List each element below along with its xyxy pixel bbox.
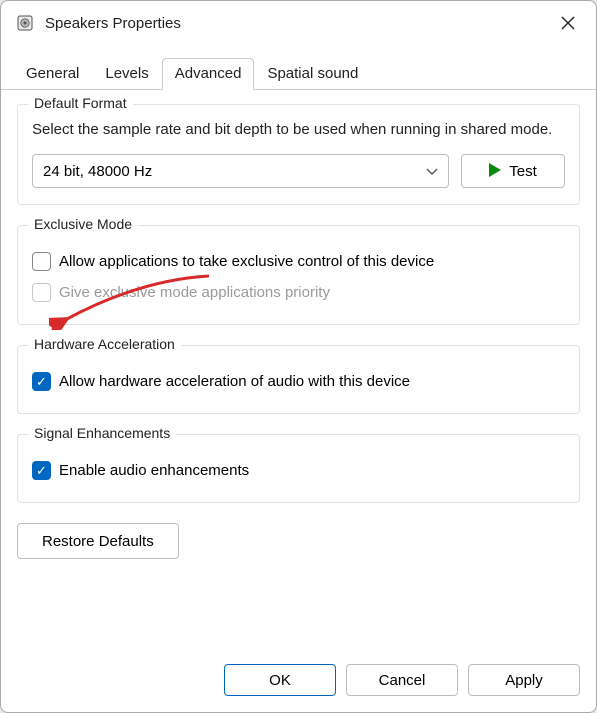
- tab-content: Default Format Select the sample rate an…: [1, 90, 596, 654]
- signal-enhancements-group: Signal Enhancements ✓ Enable audio enhan…: [17, 434, 580, 503]
- default-format-desc: Select the sample rate and bit depth to …: [32, 119, 565, 140]
- ok-button[interactable]: OK: [224, 664, 336, 696]
- speaker-icon: [15, 13, 35, 33]
- chevron-down-icon: [426, 163, 438, 180]
- exclusive-priority-checkbox: [32, 283, 51, 302]
- allow-exclusive-label: Allow applications to take exclusive con…: [59, 253, 434, 270]
- exclusive-mode-title: Exclusive Mode: [28, 216, 138, 232]
- tab-levels[interactable]: Levels: [92, 58, 161, 90]
- tab-spatial-sound[interactable]: Spatial sound: [254, 58, 371, 90]
- format-dropdown[interactable]: 24 bit, 48000 Hz: [32, 154, 449, 188]
- hardware-accel-group: Hardware Acceleration ✓ Allow hardware a…: [17, 345, 580, 414]
- default-format-title: Default Format: [28, 95, 133, 111]
- enable-enhancements-label: Enable audio enhancements: [59, 462, 249, 479]
- test-button-label: Test: [509, 163, 537, 180]
- close-button[interactable]: [548, 7, 588, 39]
- exclusive-priority-row: Give exclusive mode applications priorit…: [32, 283, 565, 302]
- restore-defaults-label: Restore Defaults: [42, 533, 154, 550]
- enable-enhancements-checkbox[interactable]: ✓: [32, 461, 51, 480]
- tab-advanced[interactable]: Advanced: [162, 58, 255, 90]
- signal-enhancements-title: Signal Enhancements: [28, 425, 176, 441]
- check-icon: ✓: [36, 464, 47, 477]
- titlebar: Speakers Properties: [1, 1, 596, 45]
- tab-row: General Levels Advanced Spatial sound: [1, 57, 596, 90]
- allow-exclusive-row[interactable]: Allow applications to take exclusive con…: [32, 252, 565, 271]
- cancel-label: Cancel: [379, 672, 426, 689]
- hardware-accel-row[interactable]: ✓ Allow hardware acceleration of audio w…: [32, 372, 565, 391]
- cancel-button[interactable]: Cancel: [346, 664, 458, 696]
- play-icon: [489, 163, 501, 180]
- default-format-group: Default Format Select the sample rate an…: [17, 104, 580, 205]
- window-title: Speakers Properties: [45, 15, 548, 32]
- format-selected-value: 24 bit, 48000 Hz: [43, 163, 152, 180]
- restore-defaults-button[interactable]: Restore Defaults: [17, 523, 179, 559]
- tab-general[interactable]: General: [13, 58, 92, 90]
- exclusive-priority-label: Give exclusive mode applications priorit…: [59, 284, 330, 301]
- exclusive-mode-group: Exclusive Mode Allow applications to tak…: [17, 225, 580, 325]
- apply-label: Apply: [505, 672, 543, 689]
- hardware-accel-label: Allow hardware acceleration of audio wit…: [59, 373, 410, 390]
- check-icon: ✓: [36, 375, 47, 388]
- apply-button[interactable]: Apply: [468, 664, 580, 696]
- allow-exclusive-checkbox[interactable]: [32, 252, 51, 271]
- test-button[interactable]: Test: [461, 154, 565, 188]
- enable-enhancements-row[interactable]: ✓ Enable audio enhancements: [32, 461, 565, 480]
- close-icon: [561, 16, 575, 30]
- ok-label: OK: [269, 672, 291, 689]
- properties-window: Speakers Properties General Levels Advan…: [0, 0, 597, 713]
- hardware-accel-title: Hardware Acceleration: [28, 336, 181, 352]
- dialog-footer: OK Cancel Apply: [1, 654, 596, 712]
- hardware-accel-checkbox[interactable]: ✓: [32, 372, 51, 391]
